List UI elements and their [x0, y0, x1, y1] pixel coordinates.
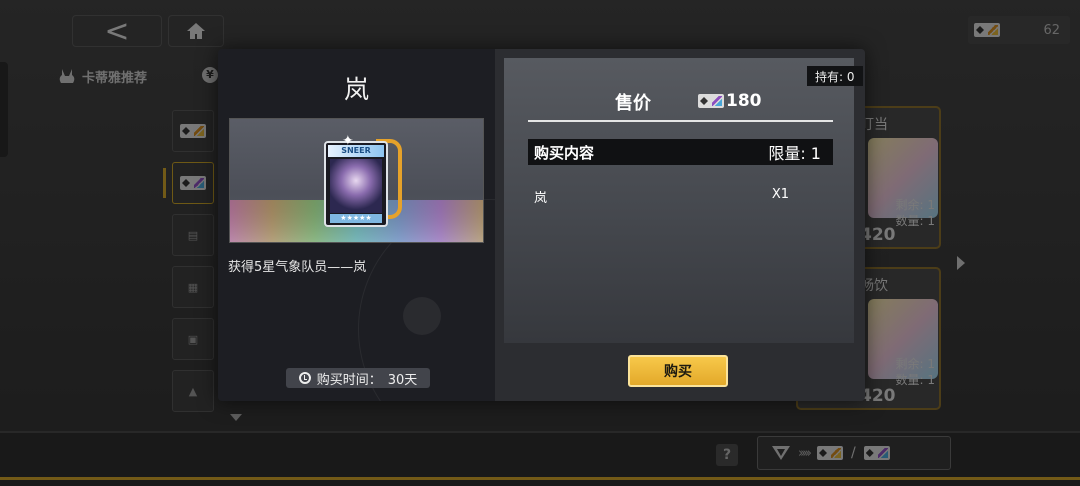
decor-dot — [403, 297, 441, 335]
purchase-time-value: 30天 — [387, 372, 418, 388]
item-preview-panel: 岚 SNEER ★★★★★ ✦ 获得5星气象队员——岚 购买时间： 30天 — [218, 49, 495, 401]
item-description: 获得5星气象队员——岚 — [228, 260, 367, 275]
purchase-time-label: 购买时间： — [316, 372, 382, 388]
ticket-icon — [698, 94, 724, 108]
price-value-group: 180 — [698, 91, 762, 111]
price-value: 180 — [726, 91, 762, 111]
card-stars: ★★★★★ — [330, 214, 382, 223]
buy-button-label: 购买 — [664, 364, 692, 380]
character-card: SNEER ★★★★★ — [324, 141, 388, 227]
content-item-name: 岚 — [534, 191, 548, 206]
content-header-label: 购买内容 — [534, 143, 595, 162]
price-label: 售价 — [615, 93, 651, 114]
purchase-detail-panel: 持有: 0 售价 180 购买内容 限量: 1 岚 X1 购买 — [495, 49, 865, 401]
content-item-qty: X1 — [771, 187, 789, 202]
card-banner: SNEER — [328, 145, 384, 157]
limit-label: 限量: 1 — [768, 144, 821, 163]
holding-count: 持有: 0 — [807, 66, 863, 86]
purchase-time-badge: 购买时间： 30天 — [286, 368, 430, 388]
price-row: 售价 180 — [495, 89, 865, 114]
clock-icon — [298, 372, 311, 384]
list-item: 岚 X1 — [534, 187, 789, 206]
content-header: 购买内容 限量: 1 — [528, 139, 833, 165]
sparkle-icon: ✦ — [342, 133, 354, 149]
purchase-dialog: 岚 SNEER ★★★★★ ✦ 获得5星气象队员——岚 购买时间： 30天 持有… — [218, 49, 865, 401]
buy-button[interactable]: 购买 — [628, 355, 728, 387]
item-image: SNEER ★★★★★ ✦ — [229, 118, 484, 243]
divider — [528, 120, 833, 122]
character-portrait — [330, 159, 382, 213]
item-title: 岚 — [343, 75, 369, 104]
